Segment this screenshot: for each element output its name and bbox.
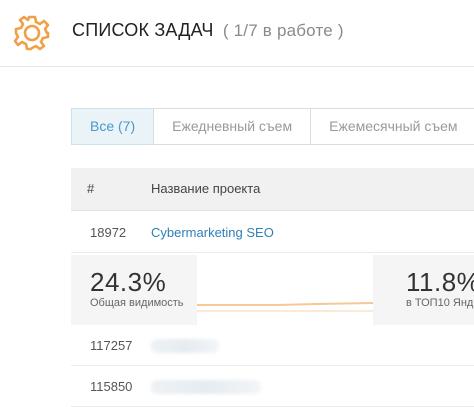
app-header: СПИСОК ЗАДАЧ ( 1/7 в работе ) bbox=[0, 0, 474, 67]
gear-icon[interactable] bbox=[12, 13, 52, 53]
row-id: 117257 bbox=[90, 338, 133, 353]
page-title: СПИСОК ЗАДАЧ ( 1/7 в работе ) bbox=[72, 20, 344, 41]
row-id: 18972 bbox=[90, 225, 127, 240]
sparkline-panel bbox=[197, 255, 373, 325]
project-stats: 24.3% Общая видимость 11.8% в ТОП10 Янд bbox=[71, 255, 474, 325]
project-link[interactable]: Cybermarketing SEO bbox=[151, 225, 274, 240]
filter-tabs: Все (7) Ежедневный съем Ежемесячный съем bbox=[71, 108, 474, 145]
tab-daily[interactable]: Ежедневный съем bbox=[153, 108, 312, 145]
work-status: ( 1/7 в работе ) bbox=[222, 21, 344, 40]
table-row[interactable]: 117257 bbox=[71, 325, 474, 366]
top10-label: в ТОП10 Янд bbox=[406, 297, 474, 309]
blurred-project-name[interactable] bbox=[151, 380, 261, 394]
sparkline bbox=[197, 302, 373, 312]
visibility-value: 24.3% bbox=[90, 267, 167, 297]
tab-monthly[interactable]: Ежемесячный съем bbox=[310, 108, 474, 145]
row-id: 115850 bbox=[90, 379, 133, 394]
column-number: # bbox=[87, 181, 95, 196]
page-title-text: СПИСОК ЗАДАЧ bbox=[72, 20, 214, 40]
tab-all[interactable]: Все (7) bbox=[71, 108, 155, 145]
top10-value: 11.8% bbox=[406, 267, 474, 297]
column-project-name[interactable]: Название проекта bbox=[151, 181, 260, 196]
blurred-project-name[interactable] bbox=[151, 339, 219, 353]
table-row[interactable]: 18972 Cybermarketing SEO bbox=[71, 212, 474, 253]
table-header: # Название проекта bbox=[71, 168, 474, 211]
table-row[interactable]: 115850 bbox=[71, 366, 474, 407]
visibility-label: Общая видимость bbox=[90, 297, 184, 309]
